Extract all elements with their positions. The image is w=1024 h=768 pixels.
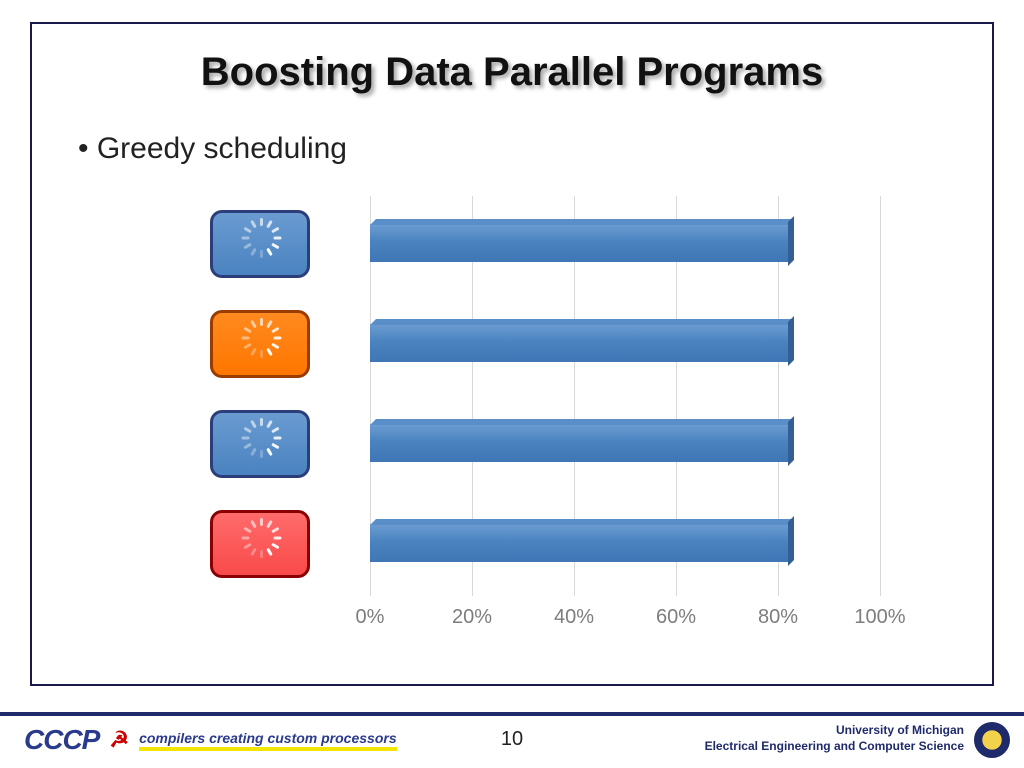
spinner-icon <box>245 429 275 459</box>
bar <box>370 424 788 462</box>
tick-label: 60% <box>646 606 706 629</box>
bar <box>370 324 788 362</box>
affiliation-line2: Electrical Engineering and Computer Scie… <box>705 738 964 754</box>
tick-label: 0% <box>340 606 400 629</box>
gridline <box>880 196 881 596</box>
tick-label: 20% <box>442 606 502 629</box>
spinner-icon <box>245 329 275 359</box>
bar-chart: 0%20%40%60%80%100% <box>370 196 910 626</box>
university-seal-icon <box>974 722 1010 758</box>
processor-box <box>210 410 310 478</box>
affiliation-line1: University of Michigan <box>705 722 964 738</box>
bullet-item: Greedy scheduling <box>78 132 347 166</box>
affiliation: University of Michigan Electrical Engine… <box>705 722 964 754</box>
processor-box <box>210 510 310 578</box>
tick-label: 100% <box>850 606 910 629</box>
slide-frame: Boosting Data Parallel Programs Greedy s… <box>30 22 994 686</box>
spinner-icon <box>245 529 275 559</box>
processor-box <box>210 210 310 278</box>
tick-label: 40% <box>544 606 604 629</box>
bar <box>370 224 788 262</box>
footer-stripe <box>0 712 1024 716</box>
footer: CCCP ☭ compilers creating custom process… <box>0 712 1024 768</box>
tick-label: 80% <box>748 606 808 629</box>
processor-box <box>210 310 310 378</box>
bar <box>370 524 788 562</box>
slide-title: Boosting Data Parallel Programs <box>32 50 992 95</box>
spinner-icon <box>245 229 275 259</box>
